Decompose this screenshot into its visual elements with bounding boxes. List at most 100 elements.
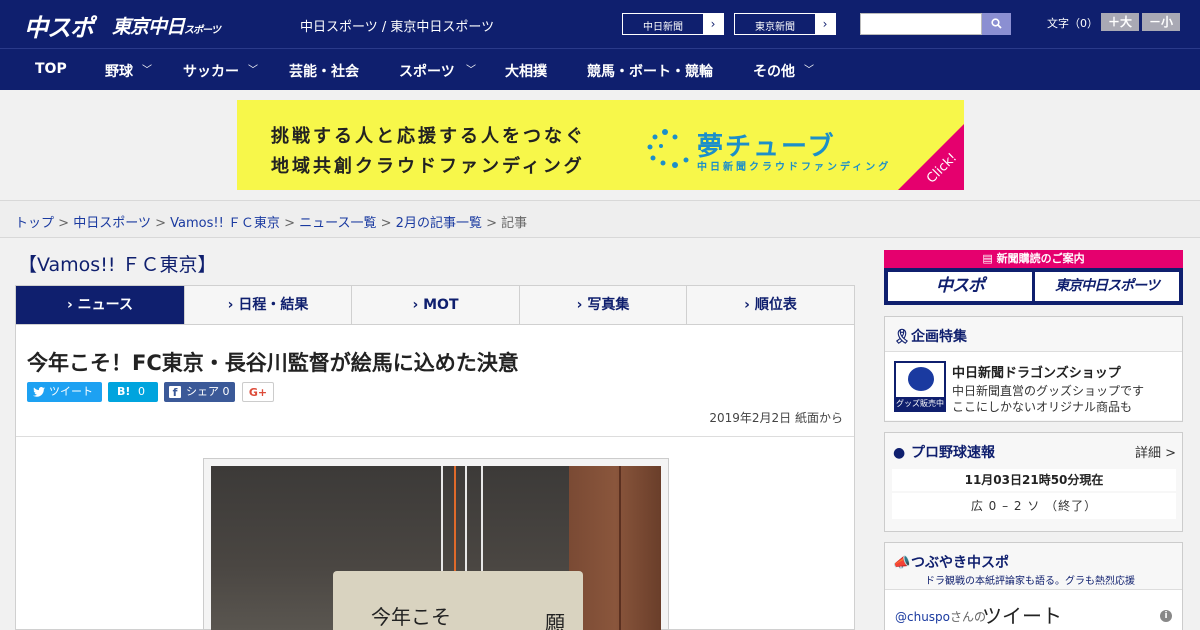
chevron-down-icon[interactable]: ﹀ [804,61,814,76]
tab-photos-label: 写真集 [587,297,630,313]
photo-string [454,466,456,576]
banner-line-1: 挑戦する人と応援する人をつなぐ [271,126,586,147]
info-icon[interactable]: i [1160,610,1172,622]
breadcrumb-separator: > [58,216,70,231]
tweet-heading: ツイート [982,604,1062,628]
hatena-b-icon: B! [117,385,131,398]
tab-standings-label: 順位表 [754,297,797,313]
chevron-down-icon[interactable]: ﹀ [466,61,476,76]
nav-item-top[interactable]: TOP [35,61,67,77]
facebook-icon: f [169,386,181,399]
tweet-handle: @chuspo [895,610,951,624]
chevron-right-icon: › [703,14,723,34]
facebook-share-label: シェア 0 [186,385,230,398]
subscribe-chuspo-button[interactable]: 中スポ [888,272,1032,301]
breadcrumb: トップ > 中日スポーツ > Vamos!! ＦＣ東京 > ニュース一覧 > 2… [15,212,527,231]
breadcrumb-chunichi-sports[interactable]: 中日スポーツ [73,216,151,231]
breadcrumb-separator: > [486,216,497,231]
tab-photos[interactable]: › 写真集 [520,286,687,324]
baseball-detail-link[interactable]: 詳細 > [1135,442,1176,461]
font-larger-button[interactable]: ＋大 [1101,13,1139,31]
font-size-label: 文字（0） [1047,17,1098,30]
baseball-score-box: ● プロ野球速報 詳細 > 11月03日21時50分現在 広 0 – 2 ソ （終… [884,432,1183,532]
nav-item-other[interactable]: その他 [753,61,795,81]
article-divider [16,436,854,437]
subscription-header[interactable]: ▤ 新聞購読のご案内 [884,250,1183,268]
search-button[interactable] [982,13,1011,35]
crowdfunding-banner[interactable]: 挑戦する人と応援する人をつなぐ 地域共創クラウドファンディング 夢チューブ 中日… [237,100,964,190]
hatena-bookmark-button[interactable]: B! 0 [108,382,158,402]
photo-string [465,466,467,576]
tweet-username[interactable]: @chuspoさんの [895,608,986,625]
dots-logo-icon [647,129,689,168]
tab-news-label: ニュース [77,297,133,313]
subscribe-tokyo-chunichi-button[interactable]: 東京中日スポーツ [1035,272,1179,301]
ema-wish-character: 願 [545,611,565,630]
font-smaller-button[interactable]: －小 [1142,13,1180,31]
tweet-button-label: ツイート [49,385,93,398]
tab-mot-label: MOT [423,297,459,313]
tweet-handle-suffix: さんの [950,610,987,624]
photo-wood-line [619,466,621,630]
banner-subtitle: 中日新聞クラウドファンディング [697,162,892,173]
tokyo-shimbun-label: 東京新聞 [755,22,795,33]
chunichi-shimbun-link[interactable]: 中日新聞 › [622,13,724,35]
nav-item-sumo[interactable]: 大相撲 [505,61,547,81]
nav-item-entertainment[interactable]: 芸能・社会 [289,61,359,81]
tab-standings[interactable]: › 順位表 [687,286,854,324]
nav-item-baseball[interactable]: 野球 [105,61,133,81]
tab-schedule-label: 日程・結果 [238,297,309,313]
tweet-timeline: @chuspoさんの ツイート i [885,589,1182,630]
breadcrumb-vamos[interactable]: Vamos!! ＦＣ東京 [170,216,280,231]
site-links[interactable]: 中日スポーツ / 東京中日スポーツ [300,16,494,35]
nav-item-sports[interactable]: スポーツ [399,61,455,81]
photo-string [481,466,483,576]
tokyo-shimbun-link[interactable]: 東京新聞 › [734,13,836,35]
search-icon [991,18,1002,29]
subscription-header-label: 新聞購読のご案内 [996,252,1085,265]
article-photo-frame: 今年こそ 願 [203,458,669,630]
breadcrumb-separator: > [284,216,295,231]
chevron-down-icon[interactable]: ﹀ [248,61,258,76]
section-title: 【Vamos!! ＦＣ東京】 [18,254,217,276]
chevron-right-icon: › [815,14,835,34]
baseball-score-title-label: プロ野球速報 [911,445,995,461]
tweets-title: 📣つぶやき中スポ [893,552,1009,572]
chevron-down-icon[interactable]: ﹀ [142,61,152,76]
breadcrumb-top[interactable]: トップ [15,216,54,231]
breadcrumb-month-list[interactable]: 2月の記事一覧 [396,216,482,231]
tweet-button[interactable]: ツイート [27,382,102,402]
nav-item-soccer[interactable]: サッカー [183,61,239,81]
score-result[interactable]: 広 0 – 2 ソ （終了） [892,493,1176,519]
photo-string [441,466,443,576]
thumbnail-caption: グッズ販売中 [896,397,944,410]
promo-name[interactable]: 中日新聞ドラゴンズショップ [952,362,1121,381]
breadcrumb-separator: > [380,216,392,231]
nav-item-racing[interactable]: 競馬・ボート・競輪 [587,61,713,81]
baseball-icon: ● [893,445,906,461]
breadcrumb-bar: トップ > 中日スポーツ > Vamos!! ＦＣ東京 > ニュース一覧 > 2… [0,200,1200,238]
tweets-box: 📣つぶやき中スポ ドラ観戦の本紙評論家も語る。グラも熱烈応援 @chuspoさん… [884,542,1183,630]
search-input[interactable] [860,13,982,35]
twitter-icon [33,387,45,397]
breadcrumb-news-list[interactable]: ニュース一覧 [299,216,376,231]
chunichi-shimbun-label: 中日新聞 [643,22,683,33]
dragons-shop-thumbnail: グッズ販売中 [894,361,946,412]
tab-mot[interactable]: › MOT [352,286,520,324]
promo-description-line: ここにしかないオリジナル商品も [952,400,1133,414]
ema-handwriting: 今年こそ [371,605,451,629]
facebook-share-button[interactable]: f シェア 0 [164,382,235,402]
tab-news[interactable]: › ニュース [16,286,185,324]
tab-schedule[interactable]: › 日程・結果 [185,286,352,324]
special-feature-title: 🎗企画特集 [893,326,967,346]
chuspo-logo[interactable]: 中スポ [24,8,94,43]
baseball-score-title: ● プロ野球速報 [893,442,995,462]
tokyo-chunichi-logo[interactable]: 東京中日スポーツ [112,12,221,39]
tokyo-logo-text: 東京中日 [112,16,185,38]
dragons-shop-promo[interactable]: グッズ販売中 中日新聞ドラゴンズショップ 中日新聞直営のグッズショップです ここ… [885,351,1182,420]
ribbon-icon: 🎗 [893,329,911,345]
hatena-count: 0 [138,385,145,398]
google-plus-button[interactable]: G+ [242,382,274,402]
article-photo[interactable]: 今年こそ 願 [211,466,661,630]
mascot-face [908,367,934,391]
